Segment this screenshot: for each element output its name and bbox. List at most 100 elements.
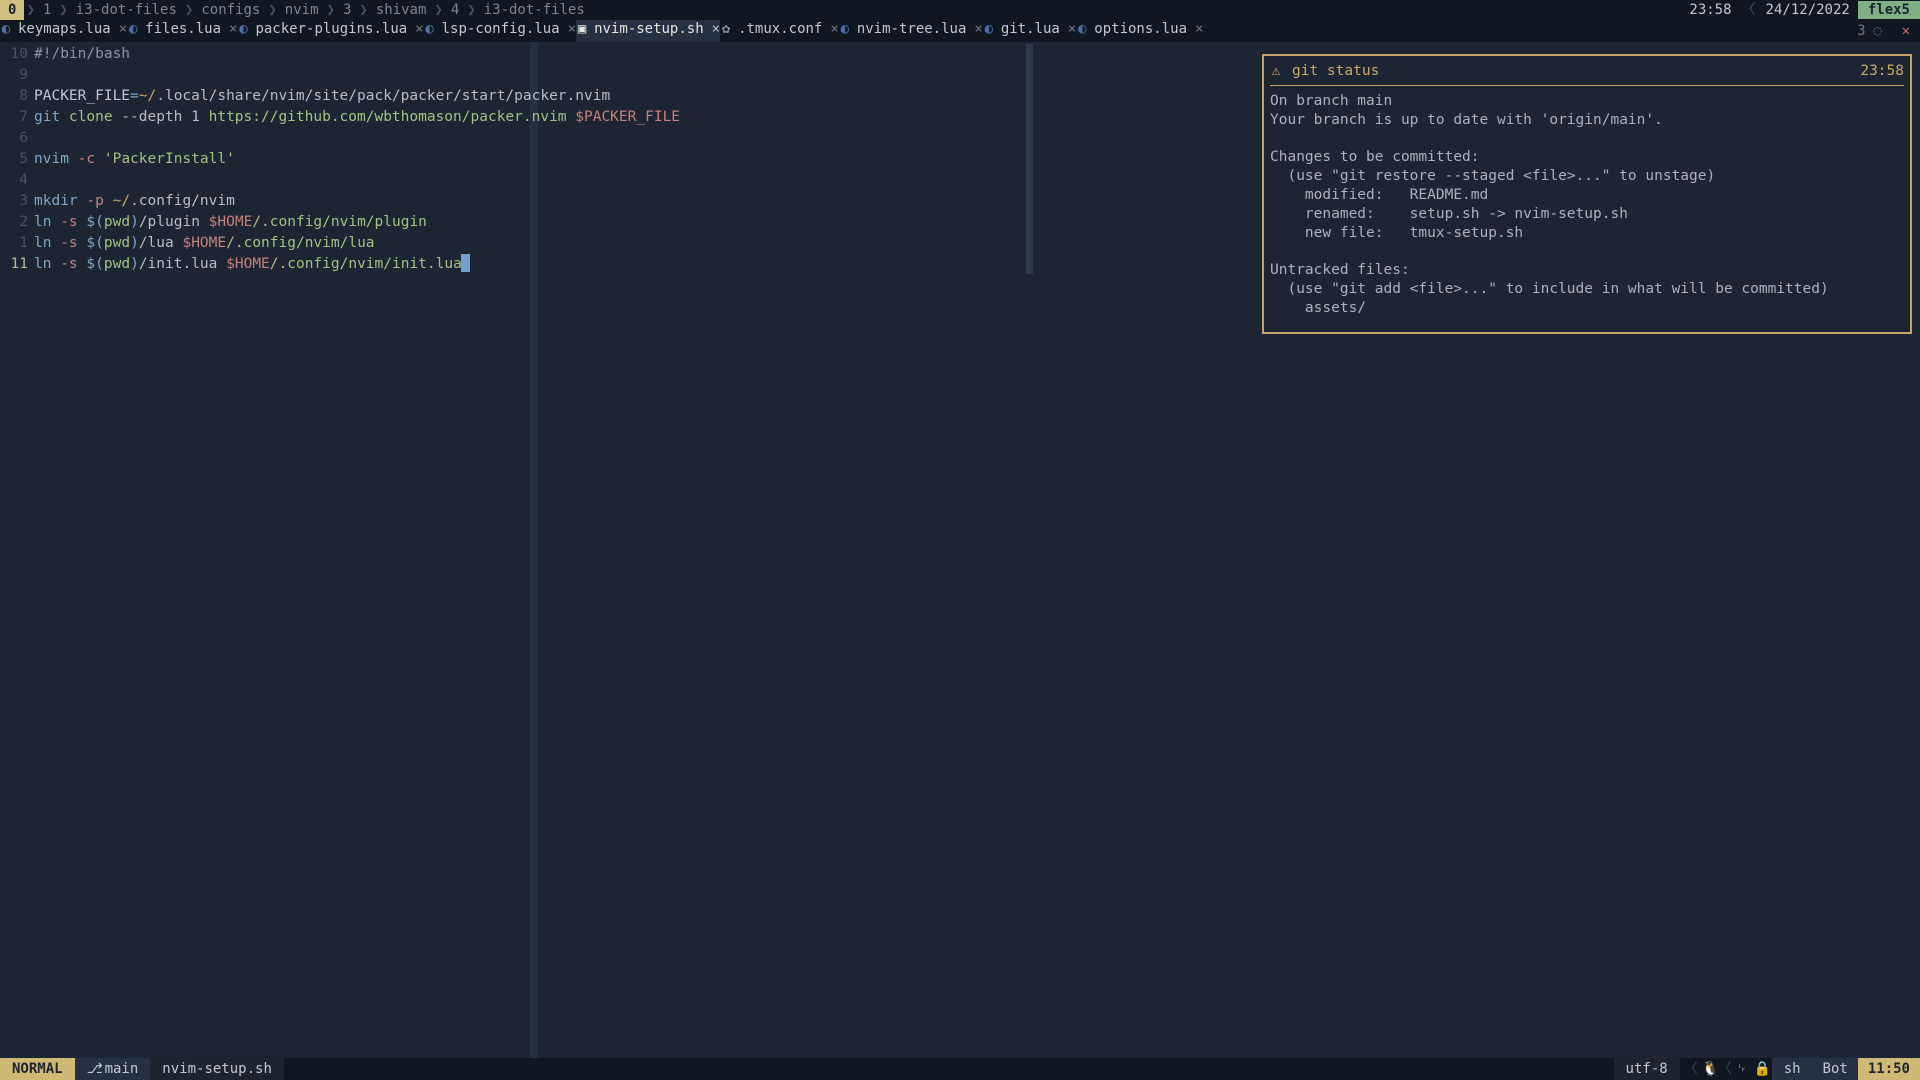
close-icon[interactable]: × — [712, 21, 720, 37]
lock-icon: 🔒 — [1754, 1060, 1766, 1078]
code-line[interactable] — [34, 128, 680, 149]
line-number: 2 — [0, 212, 34, 233]
filename-segment: nvim-setup.sh — [150, 1058, 284, 1080]
line-number: 6 — [0, 128, 34, 149]
buffer-tab[interactable]: ▣nvim-setup.sh× — [576, 20, 720, 42]
tmux-session-index[interactable]: 0 — [0, 0, 24, 20]
cursor — [461, 254, 470, 272]
bufferline-sync-icon: ◌ — [1872, 22, 1884, 40]
chevron-right-icon: ❯ — [325, 2, 337, 18]
line-number: 11 — [0, 254, 34, 275]
close-icon[interactable]: × — [568, 21, 576, 37]
code-content[interactable]: #!/bin/bash PACKER_FILE=~/.local/share/nv… — [34, 42, 680, 1058]
buffer-tab-label: git.lua — [1001, 21, 1060, 37]
filetype-segment: sh — [1772, 1058, 1813, 1080]
line-number-gutter: 1098765432111 — [0, 42, 34, 1058]
code-line[interactable]: nvim -c 'PackerInstall' — [34, 149, 680, 170]
encoding-segment: utf-8 — [1614, 1058, 1680, 1080]
breadcrumb-segment[interactable]: 1 — [37, 2, 57, 18]
code-line[interactable]: PACKER_FILE=~/.local/share/nvim/site/pac… — [34, 86, 680, 107]
chevron-right-icon: ❯ — [357, 2, 369, 18]
buffer-tab[interactable]: ◐ git.lua × — [983, 20, 1076, 42]
position-segment: 11:50 — [1858, 1058, 1920, 1080]
tux-icon: 🐧 — [1702, 1060, 1714, 1078]
lua-icon: ◐ — [424, 20, 436, 38]
buffer-tab-label: options.lua — [1094, 21, 1187, 37]
line-number: 3 — [0, 191, 34, 212]
lua-icon: ◐ — [983, 20, 995, 38]
buffer-tab-label: .tmux.conf — [738, 21, 822, 37]
lua-icon: ◐ — [127, 20, 139, 38]
code-line[interactable]: mkdir -p ~/.config/nvim — [34, 191, 680, 212]
warning-icon: ⚠ — [1270, 62, 1282, 81]
breadcrumb-segment[interactable]: 3 — [337, 2, 357, 18]
chevron-right-icon: ❯ — [465, 2, 477, 18]
close-icon[interactable]: × — [229, 21, 237, 37]
buffer-tab-label: nvim-setup.sh — [594, 21, 704, 37]
close-icon[interactable]: × — [974, 21, 982, 37]
code-line[interactable]: ln -s $(pwd)/plugin $HOME/.config/nvim/p… — [34, 212, 680, 233]
buffer-tab-label: lsp-config.lua — [442, 21, 560, 37]
floating-terminal-time: 23:58 — [1860, 62, 1904, 81]
bufferline-hidden-count: 3 — [1857, 22, 1865, 40]
chevron-left-icon: 〈 — [1680, 1060, 1702, 1078]
breadcrumb-segment[interactable]: configs — [195, 2, 266, 18]
code-line[interactable]: ln -s $(pwd)/init.lua $HOME/.config/nvim… — [34, 254, 680, 275]
buffer-tab-label: files.lua — [145, 21, 221, 37]
line-number: 4 — [0, 170, 34, 191]
breadcrumb-segment[interactable]: i3-dot-files — [478, 2, 591, 18]
buffer-tab-label: keymaps.lua — [18, 21, 111, 37]
code-line[interactable]: #!/bin/bash — [34, 44, 680, 65]
close-icon[interactable]: × — [1195, 21, 1203, 37]
gear-icon: ✿ — [720, 20, 732, 38]
floating-terminal-body: On branch main Your branch is up to date… — [1270, 92, 1904, 318]
breadcrumb-segment[interactable]: shivam — [370, 2, 433, 18]
chevron-right-icon: ❯ — [183, 2, 195, 18]
statusline: NORMAL ⎇ main nvim-setup.sh utf-8 〈 🐧 〈 … — [0, 1058, 1920, 1080]
close-icon[interactable]: × — [119, 21, 127, 37]
line-number: 9 — [0, 65, 34, 86]
lua-icon: ◐ — [1076, 20, 1088, 38]
bufferline-close-icon[interactable]: ✕ — [1892, 20, 1920, 42]
buffer-tab[interactable]: ◐ lsp-config.lua × — [424, 20, 576, 42]
close-icon[interactable]: × — [415, 21, 423, 37]
code-line[interactable] — [34, 65, 680, 86]
buffer-tab[interactable]: ◐ nvim-tree.lua × — [839, 20, 983, 42]
buffer-tab[interactable]: ◐ options.lua × — [1076, 20, 1203, 42]
buffer-tab-label: packer-plugins.lua — [255, 21, 407, 37]
line-number: 1 — [0, 233, 34, 254]
lua-icon: ◐ — [839, 20, 851, 38]
buffer-tab[interactable]: ◐ files.lua × — [127, 20, 237, 42]
breadcrumb-segment[interactable]: i3-dot-files — [70, 2, 183, 18]
git-branch-segment: ⎇ main — [75, 1058, 151, 1080]
buffer-tab[interactable]: ◐ keymaps.lua × — [0, 20, 127, 42]
floating-terminal[interactable]: ⚠ git status 23:58 On branch main Your b… — [1262, 54, 1912, 334]
close-icon[interactable]: × — [830, 21, 838, 37]
mode-indicator: NORMAL — [0, 1058, 75, 1080]
buffer-tab[interactable]: ✿ .tmux.conf × — [720, 20, 839, 42]
chevron-right-icon: ❯ — [24, 2, 36, 18]
buffer-tab[interactable]: ◐ packer-plugins.lua × — [237, 20, 423, 42]
breadcrumb-segment[interactable]: nvim — [279, 2, 325, 18]
chevron-right-icon: ❯ — [432, 2, 444, 18]
code-line[interactable]: git clone --depth 1 https://github.com/w… — [34, 107, 680, 128]
buffer-tab-label: nvim-tree.lua — [857, 21, 967, 37]
scrollbar[interactable] — [1026, 44, 1033, 274]
git-branch-name: main — [105, 1060, 139, 1078]
tmux-i3-topbar: 0 ❯1❯i3-dot-files❯configs❯nvim❯3❯shivam❯… — [0, 0, 1920, 20]
code-line[interactable]: ln -s $(pwd)/lua $HOME/.config/nvim/lua — [34, 233, 680, 254]
percent-segment: Bot — [1813, 1058, 1858, 1080]
chevron-right-icon: ❯ — [266, 2, 278, 18]
code-line[interactable] — [34, 170, 680, 191]
lua-icon: ◐ — [237, 20, 249, 38]
floating-terminal-title: git status — [1292, 62, 1379, 81]
wm-workspace-label[interactable]: flex5 — [1858, 1, 1920, 19]
line-number: 7 — [0, 107, 34, 128]
close-icon[interactable]: × — [1068, 21, 1076, 37]
chevron-right-icon: ❯ — [57, 2, 69, 18]
branch-icon: ⎇ — [87, 1060, 99, 1078]
breadcrumb-segment[interactable]: 4 — [445, 2, 465, 18]
lua-icon: ◐ — [0, 20, 12, 38]
bufferline: ◐keymaps.lua×◐files.lua×◐packer-plugins.… — [0, 20, 1920, 42]
line-number: 5 — [0, 149, 34, 170]
